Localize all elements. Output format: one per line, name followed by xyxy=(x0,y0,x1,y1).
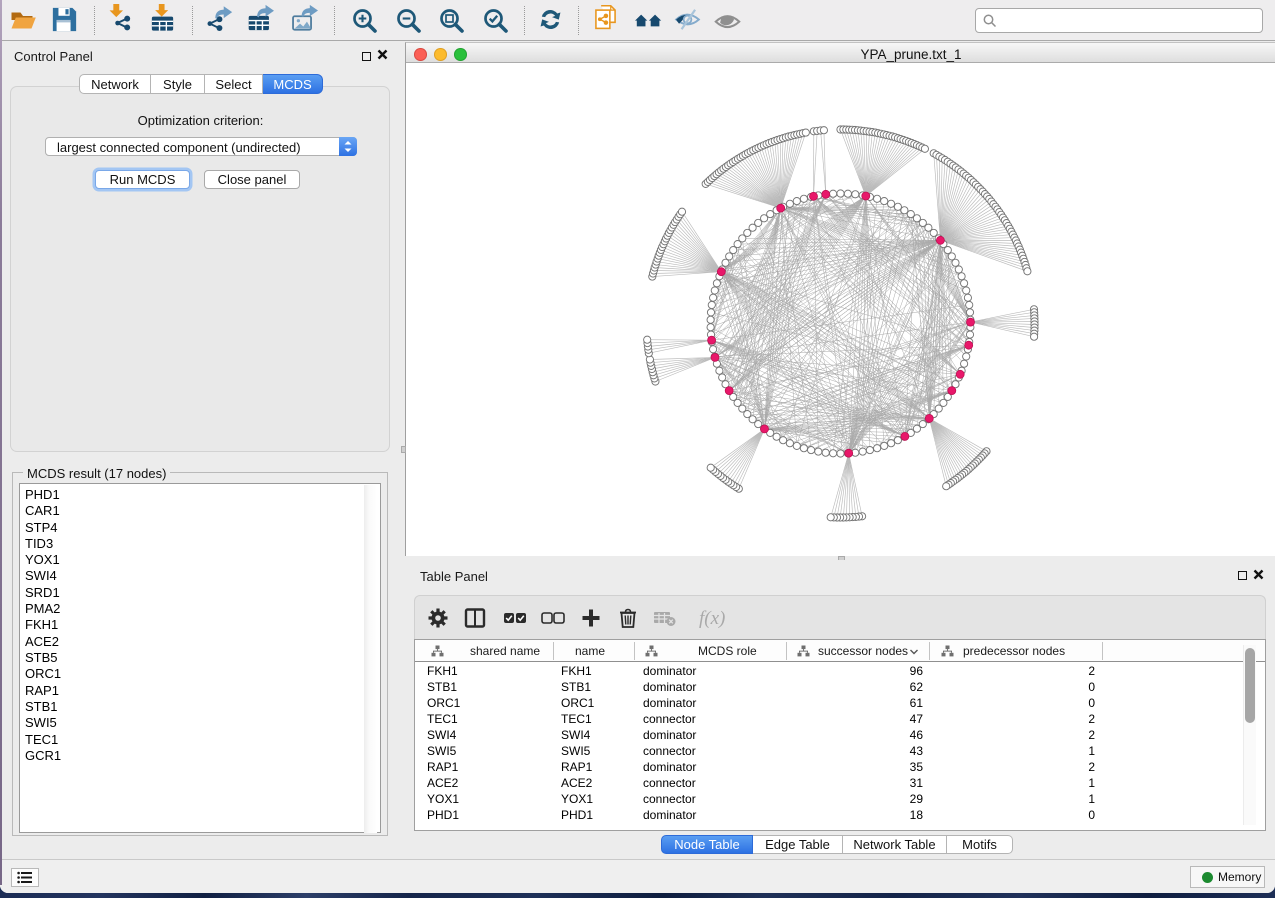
svg-text:f(x): f(x) xyxy=(699,608,725,629)
